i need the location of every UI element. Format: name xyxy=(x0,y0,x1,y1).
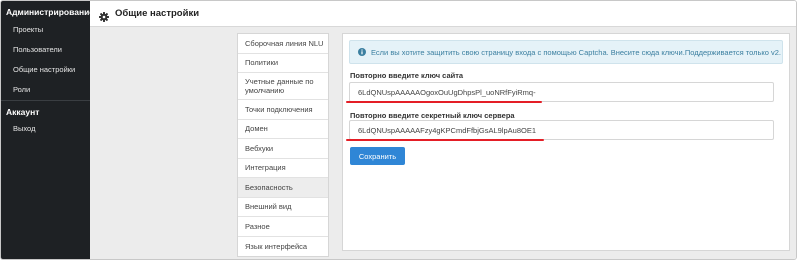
menu-item-integration[interactable]: Интеграция xyxy=(238,159,328,178)
menu-item-language[interactable]: Язык интерфейса xyxy=(238,237,328,257)
sidebar-item-roles[interactable]: Роли xyxy=(1,80,90,100)
info-icon xyxy=(358,48,366,56)
security-panel: Если вы хотите защитить свою страницу вх… xyxy=(342,33,790,251)
sidebar: Администрирование Проекты Пользователи О… xyxy=(1,1,95,259)
secret-key-highlight xyxy=(346,139,544,141)
sidebar-section-admin: Администрирование xyxy=(6,7,95,17)
alert-suffix: Поддерживается только v2. xyxy=(684,47,782,57)
menu-item-endpoints[interactable]: Точки подключения xyxy=(238,100,328,120)
sidebar-item-users[interactable]: Пользователи xyxy=(1,40,90,60)
menu-item-default-credentials[interactable]: Учетные данные по умолчанию xyxy=(238,73,328,100)
gear-icon xyxy=(99,9,109,22)
site-key-highlight xyxy=(346,101,542,103)
save-button[interactable]: Сохранить xyxy=(350,147,405,165)
site-key-input[interactable] xyxy=(349,82,774,102)
sidebar-item-logout[interactable]: Выход xyxy=(1,119,90,139)
menu-item-security[interactable]: Безопасность xyxy=(238,178,328,198)
secret-key-label: Повторно введите секретный ключ сервера xyxy=(350,111,515,120)
menu-item-appearance[interactable]: Внешний вид xyxy=(238,198,328,217)
captcha-info-alert: Если вы хотите защитить свою страницу вх… xyxy=(349,40,783,64)
secret-key-input[interactable] xyxy=(349,120,774,140)
main-content: Общие настройки Сборочная линия NLU Поли… xyxy=(90,1,796,259)
menu-item-misc[interactable]: Разное xyxy=(238,217,328,237)
menu-item-domain[interactable]: Домен xyxy=(238,120,328,139)
sidebar-section-account: Аккаунт xyxy=(1,100,90,119)
sidebar-item-projects[interactable]: Проекты xyxy=(1,20,90,40)
settings-menu: Сборочная линия NLU Политики Учетные дан… xyxy=(237,33,329,257)
app-window: Администрирование Проекты Пользователи О… xyxy=(0,0,797,260)
site-key-label: Повторно введите ключ сайта xyxy=(350,71,464,80)
page-header: Общие настройки xyxy=(90,1,796,27)
sidebar-item-general-settings[interactable]: Общие настройки xyxy=(1,60,90,80)
alert-link[interactable]: Внесите сюда ключи. xyxy=(611,48,685,57)
menu-item-nlu-pipeline[interactable]: Сборочная линия NLU xyxy=(238,34,328,54)
menu-item-policies[interactable]: Политики xyxy=(238,54,328,73)
page-title: Общие настройки xyxy=(115,8,200,19)
menu-item-webhooks[interactable]: Вебхуки xyxy=(238,139,328,159)
alert-text: Если вы хотите защитить свою страницу вх… xyxy=(371,47,609,57)
